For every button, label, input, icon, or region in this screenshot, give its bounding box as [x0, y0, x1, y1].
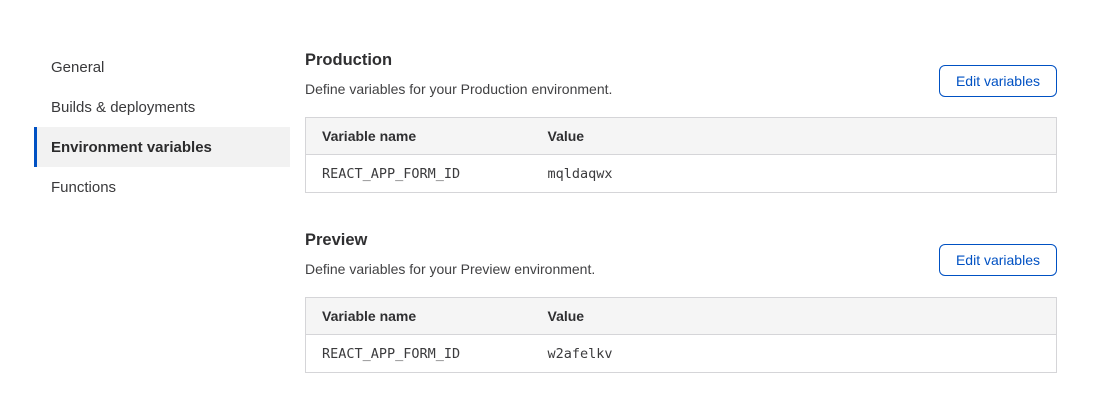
sidebar-item-general[interactable]: General: [34, 47, 290, 87]
production-section: Production Define variables for your Pro…: [305, 50, 1057, 193]
variable-name-cell: REACT_APP_FORM_ID: [306, 155, 548, 193]
column-header-value: Value: [548, 118, 1057, 155]
sidebar-item-environment-variables[interactable]: Environment variables: [34, 127, 290, 167]
column-header-variable-name: Variable name: [306, 118, 548, 155]
variable-value-cell: w2afelkv: [548, 335, 1057, 373]
environment-variables-panel: Production Define variables for your Pro…: [305, 50, 1057, 373]
table-row: REACT_APP_FORM_ID w2afelkv: [306, 335, 1057, 373]
table-row: REACT_APP_FORM_ID mqldaqwx: [306, 155, 1057, 193]
preview-variables-table: Variable name Value REACT_APP_FORM_ID w2…: [305, 297, 1057, 373]
sidebar-item-functions[interactable]: Functions: [34, 167, 290, 207]
table-header-row: Variable name Value: [306, 118, 1057, 155]
sidebar-item-label: Functions: [51, 179, 116, 196]
settings-sidebar: General Builds & deployments Environment…: [34, 47, 290, 207]
table-header-row: Variable name Value: [306, 298, 1057, 335]
variable-name-cell: REACT_APP_FORM_ID: [306, 335, 548, 373]
sidebar-item-builds-deployments[interactable]: Builds & deployments: [34, 87, 290, 127]
sidebar-item-label: Builds & deployments: [51, 99, 195, 116]
preview-edit-variables-button[interactable]: Edit variables: [939, 244, 1057, 276]
sidebar-item-label: General: [51, 59, 104, 76]
sidebar-item-label: Environment variables: [51, 139, 212, 156]
preview-section: Preview Define variables for your Previe…: [305, 230, 1057, 373]
column-header-value: Value: [548, 298, 1057, 335]
variable-value-cell: mqldaqwx: [548, 155, 1057, 193]
production-edit-variables-button[interactable]: Edit variables: [939, 65, 1057, 97]
column-header-variable-name: Variable name: [306, 298, 548, 335]
production-variables-table: Variable name Value REACT_APP_FORM_ID mq…: [305, 117, 1057, 193]
